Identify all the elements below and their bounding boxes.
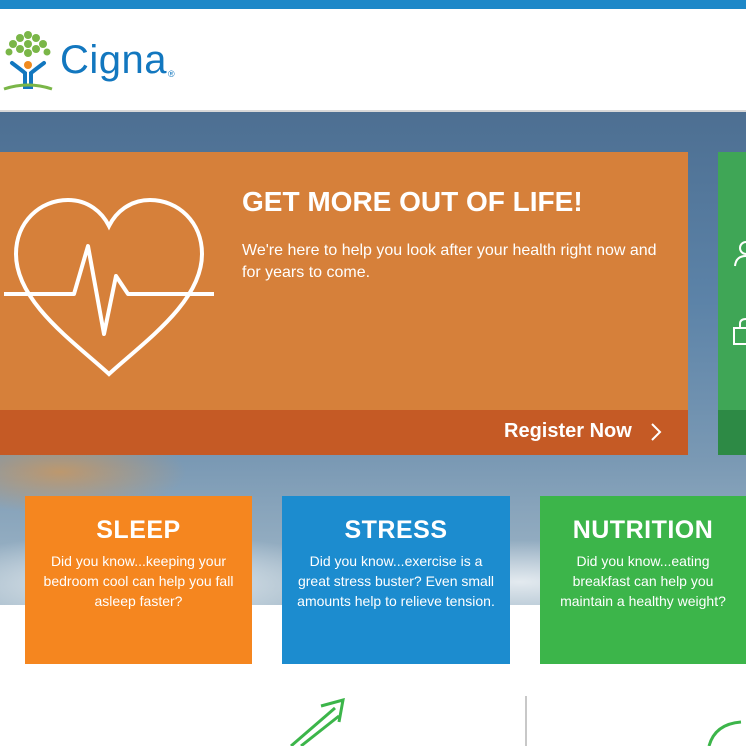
tile-title: STRESS <box>344 516 448 544</box>
stress-tile[interactable]: STRESS Did you know...exercise is a grea… <box>282 496 510 664</box>
tile-text: Did you know...keeping your bedroom cool… <box>43 553 234 609</box>
registered-mark: ® <box>168 69 175 79</box>
tile-title: NUTRITION <box>572 516 714 544</box>
lock-icon[interactable] <box>732 316 746 346</box>
register-now-label: Register Now <box>504 420 632 442</box>
tile-text: Did you know...exercise is a great stres… <box>297 553 495 609</box>
cigna-logo[interactable]: Cigna ® <box>0 29 175 95</box>
user-icon[interactable] <box>732 238 746 268</box>
chevron-right-icon <box>651 422 662 441</box>
trending-up-arrow-icon <box>290 698 345 746</box>
register-now-button[interactable]: Register Now <box>504 420 662 443</box>
top-accent-bar <box>0 0 746 9</box>
sleep-tile[interactable]: SLEEP Did you know...keeping your bedroo… <box>25 496 252 664</box>
leaf-icon <box>707 720 742 746</box>
login-panel-band <box>718 410 746 455</box>
heart-pulse-icon <box>4 197 214 377</box>
section-divider <box>525 696 527 746</box>
brand-name: Cigna <box>60 37 168 82</box>
site-header: Cigna ® <box>0 9 746 112</box>
tile-text: Did you know...eating breakfast can help… <box>560 553 726 609</box>
hero-title: GET MORE OUT OF LIFE! <box>242 186 583 217</box>
cigna-tree-person-icon <box>3 31 53 91</box>
tile-title: SLEEP <box>96 516 181 544</box>
hero-description: We're here to help you look after your h… <box>242 242 657 281</box>
nutrition-tile[interactable]: NUTRITION Did you know...eating breakfas… <box>540 496 746 664</box>
